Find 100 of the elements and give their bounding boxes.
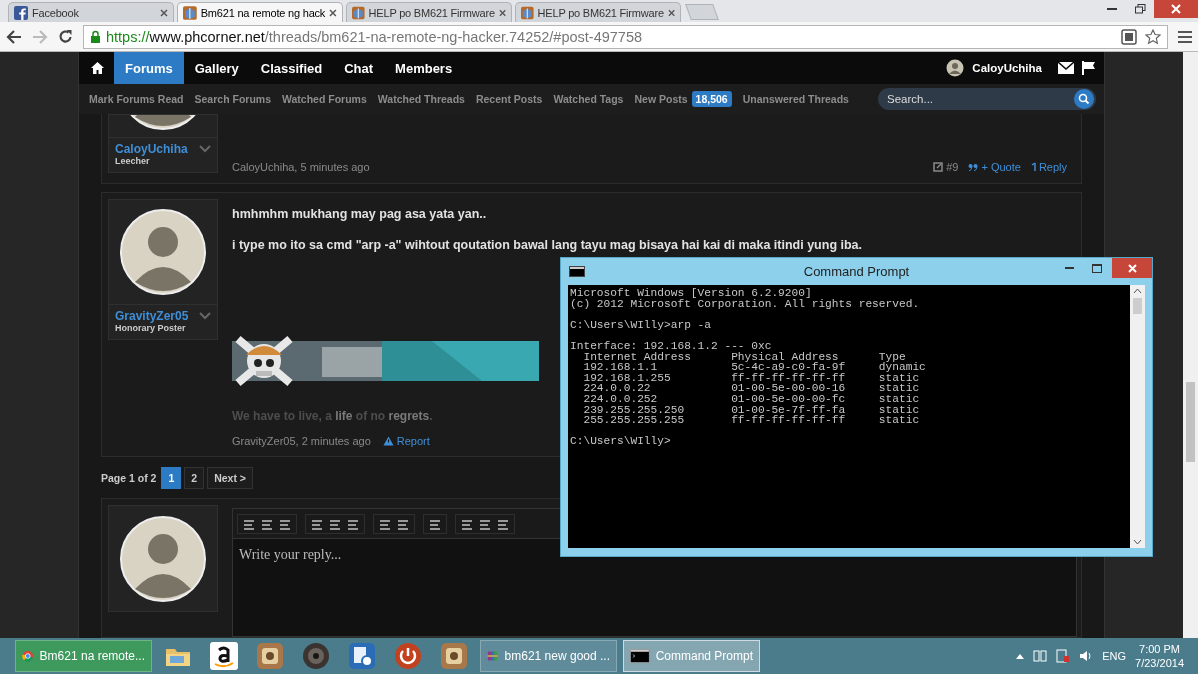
device-icon[interactable] [1056, 649, 1071, 663]
clock[interactable]: 7:00 PM 7/23/2014 [1135, 642, 1184, 670]
speaker-icon [302, 642, 330, 670]
amazon-icon [210, 642, 238, 670]
console-line: 239.255.255.250 01-00-5e-7f-ff-fa static [582, 404, 921, 416]
site-icon [352, 5, 365, 20]
minimize-icon [1107, 7, 1117, 11]
taskbar-button[interactable]: bm621 new good ... [480, 640, 617, 672]
scroll-thumb[interactable] [1186, 382, 1195, 462]
app-icon [440, 642, 468, 670]
app-icon [256, 642, 284, 670]
page-button[interactable]: 1 [161, 467, 182, 489]
quote-link[interactable]: + Quote [968, 161, 1021, 173]
nav-link[interactable]: Unanswered Threads [742, 93, 849, 105]
quote-icon [968, 163, 979, 171]
console-line: 192.168.1.1 5c-4c-a9-c0-fa-9f dynamic [582, 362, 927, 373]
chevron-icon[interactable] [199, 145, 211, 153]
caret-icon[interactable] [1016, 653, 1025, 659]
console-icon [569, 266, 585, 277]
nav-tab[interactable]: Chat [333, 52, 385, 84]
user-rank: Leecher [114, 156, 151, 168]
nav-link[interactable]: New Posts [634, 93, 688, 105]
post-text: i type mo ito sa cmd "arp -a" wihtout qoutation bawal lang tayu mag bisaya hai kai di maka itindi yung iba. [232, 238, 863, 252]
flag-icon[interactable] [1082, 61, 1096, 75]
close-icon[interactable] [329, 8, 337, 17]
reply-link[interactable]: Reply [1030, 161, 1067, 173]
language-indicator[interactable]: ENG [1102, 650, 1127, 662]
nav-link[interactable]: Mark Forums Read [89, 93, 184, 105]
console-line: 192.168.1.255 ff-ff-ff-ff-ff-ff static [582, 372, 920, 384]
console-line: C:\Users\WIlly>arp -a [570, 319, 712, 331]
user-name[interactable]: CaloyUchiha [115, 142, 188, 156]
console-line: 255.255.255.255 ff-ff-ff-ff-ff-ff static [582, 415, 921, 426]
close-button[interactable] [1154, 0, 1198, 18]
nav-tab[interactable]: Classified [249, 52, 334, 84]
console-line: Internet Address Physical Address Type [582, 351, 906, 363]
next-button[interactable]: Next > [207, 467, 253, 489]
minimize-icon [1064, 267, 1074, 269]
avatar [946, 59, 965, 77]
close-icon[interactable] [498, 8, 506, 17]
extension-icon[interactable] [1121, 28, 1137, 45]
search-icon[interactable] [1074, 89, 1094, 109]
address-field[interactable]: https://www.phcorner.net/threads/bm621-na-remote-ng-hacker.74252/#post-497758 [83, 24, 1168, 49]
power-icon [394, 642, 422, 670]
scrollbar[interactable] [1183, 52, 1198, 638]
nav-link[interactable]: Search Forums [194, 93, 271, 105]
console-line: C:\Users\WIlly> [570, 436, 672, 447]
nav-link[interactable]: Watched Tags [553, 93, 624, 105]
close-icon [1171, 4, 1181, 14]
close-button[interactable] [1112, 258, 1152, 278]
chevron-icon[interactable] [199, 312, 211, 320]
restore-icon [1134, 4, 1146, 14]
console-line: 224.0.0.252 01-00-5e-00-00-fc static [582, 393, 921, 405]
network-icon[interactable] [1033, 649, 1048, 663]
browser-tab[interactable]: HELP po BM621 Firmware [515, 2, 681, 22]
nav-link[interactable]: Recent Posts [475, 93, 543, 105]
console-line: 224.0.0.22 01-00-5e-00-00-16 static [582, 383, 921, 394]
console-line: Microsoft Windows [Version 6.2.9200] [570, 288, 813, 299]
nav-tab[interactable]: Members [384, 52, 464, 84]
user-rank: Honorary Poster [114, 323, 187, 335]
maximize-icon [1092, 263, 1102, 273]
home-icon[interactable] [91, 62, 104, 74]
permalink-link[interactable]: #9 [933, 161, 959, 173]
star-icon[interactable] [1145, 28, 1161, 45]
scroll-thumb[interactable] [1133, 298, 1142, 314]
site-icon [183, 5, 197, 20]
browser-tab[interactable]: Facebook [8, 2, 174, 22]
scrollbar[interactable] [1130, 285, 1145, 548]
warning-icon [382, 436, 394, 446]
settings-icon [348, 642, 376, 670]
taskbar-button[interactable]: Command Prompt [623, 640, 760, 672]
site-icon [521, 5, 534, 20]
mail-icon[interactable] [1058, 62, 1074, 74]
console-line: (c) 2012 Microsoft Corporation. All rights reserved. [570, 298, 921, 310]
back-icon[interactable] [6, 29, 22, 44]
page-button[interactable]: 2 [184, 467, 205, 489]
close-icon[interactable] [667, 8, 675, 17]
report-link[interactable]: Report [382, 435, 430, 447]
post-meta: CaloyUchiha, 5 minutes ago [232, 161, 370, 173]
page-label: Page 1 of 2 [101, 472, 157, 484]
taskbar-button[interactable]: Bm621 na remote... [15, 640, 152, 672]
nav-link[interactable]: Watched Forums [282, 93, 367, 105]
menu-icon[interactable] [1178, 30, 1192, 43]
volume-icon[interactable] [1079, 650, 1094, 662]
post-meta: GravityZer05, 2 minutes ago [232, 435, 371, 447]
scroll-up-icon[interactable] [1133, 288, 1142, 294]
close-icon[interactable] [160, 8, 168, 17]
close-icon [1127, 263, 1137, 273]
count-badge: 18,506 [691, 91, 732, 107]
scroll-down-icon[interactable] [1133, 539, 1142, 545]
search-field[interactable]: Search... [878, 88, 1096, 110]
user-name[interactable]: GravityZer05 [115, 309, 189, 323]
browser-tab[interactable]: HELP po BM621 Firmware [346, 2, 512, 22]
browser-tab[interactable]: Bm621 na remote ng hack [177, 2, 343, 22]
nav-tab[interactable]: Gallery [183, 52, 250, 84]
nav-tab[interactable]: Forums [114, 52, 184, 84]
reload-icon[interactable] [58, 29, 73, 44]
window-title: Command Prompt [803, 264, 910, 279]
user-name[interactable]: CaloyUchiha [972, 62, 1042, 74]
console-icon [630, 646, 650, 666]
nav-link[interactable]: Watched Threads [377, 93, 465, 105]
